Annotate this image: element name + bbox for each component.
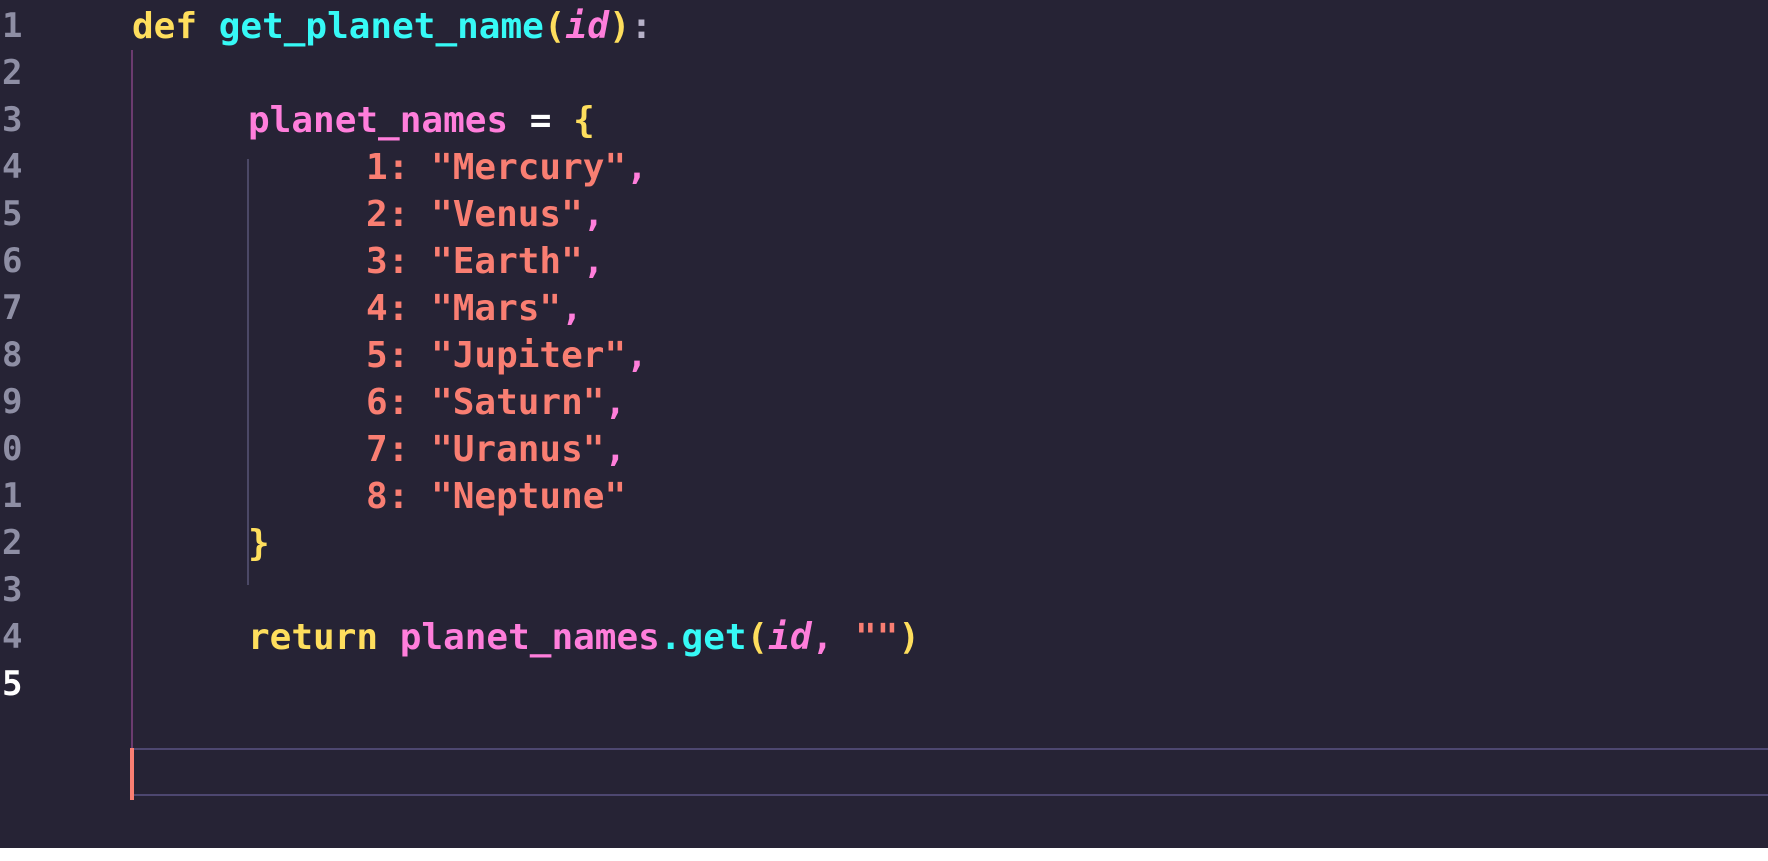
current-line-highlight bbox=[132, 748, 1768, 796]
code-line-3[interactable]: planet_names = { bbox=[248, 94, 595, 147]
text-cursor bbox=[130, 748, 134, 800]
assign-operator: = bbox=[529, 100, 552, 141]
line-number: 4 bbox=[2, 147, 23, 187]
keyword-return: return bbox=[248, 617, 379, 658]
dict-key: 5: bbox=[366, 335, 410, 376]
code-line-8[interactable]: 5: "Jupiter", bbox=[366, 329, 648, 382]
line-number: 2 bbox=[2, 53, 23, 93]
function-name: get_planet_name bbox=[218, 6, 544, 47]
line-number: 5 bbox=[2, 194, 23, 234]
comma: , bbox=[604, 382, 627, 423]
paren-open: ( bbox=[543, 6, 566, 47]
line-number-active: 5 bbox=[2, 664, 23, 704]
code-line-1[interactable]: def get_planet_name(id): bbox=[132, 0, 652, 53]
empty-string: "" bbox=[854, 617, 899, 658]
code-line-14[interactable]: return planet_names.get(id, "") bbox=[248, 611, 920, 664]
line-number: 3 bbox=[2, 570, 23, 610]
code-line-10[interactable]: 7: "Uranus", bbox=[366, 423, 626, 476]
variable-name: planet_names bbox=[399, 617, 660, 658]
paren-close: ) bbox=[608, 6, 631, 47]
dot-operator: . bbox=[659, 617, 682, 658]
parameter: id bbox=[768, 617, 812, 658]
variable-name: planet_names bbox=[248, 100, 509, 141]
line-number: 8 bbox=[2, 335, 23, 375]
comma: , bbox=[811, 617, 834, 658]
comma: , bbox=[626, 147, 648, 188]
line-number: 1 bbox=[2, 476, 23, 516]
code-line-11[interactable]: 8: "Neptune" bbox=[366, 470, 626, 523]
comma: , bbox=[561, 288, 583, 329]
line-number: 2 bbox=[2, 523, 23, 563]
comma: , bbox=[582, 241, 605, 282]
dict-value: "Saturn" bbox=[431, 382, 605, 423]
parameter: id bbox=[565, 6, 609, 47]
code-line-4[interactable]: 1: "Mercury", bbox=[366, 141, 648, 194]
dict-value: "Earth" bbox=[431, 241, 583, 282]
dict-key: 7: bbox=[366, 429, 410, 470]
code-line-9[interactable]: 6: "Saturn", bbox=[366, 376, 626, 429]
indent-guide bbox=[131, 50, 133, 750]
comma: , bbox=[582, 194, 605, 235]
keyword-def: def bbox=[132, 6, 198, 47]
line-number: 9 bbox=[2, 382, 23, 422]
line-number: 4 bbox=[2, 617, 23, 657]
brace-close: } bbox=[248, 523, 270, 564]
comma: , bbox=[604, 429, 627, 470]
dict-value: "Neptune" bbox=[431, 476, 627, 517]
dict-value: "Uranus" bbox=[431, 429, 605, 470]
dict-key: 2: bbox=[366, 194, 410, 235]
dict-value: "Mercury" bbox=[431, 147, 627, 188]
dict-key: 8: bbox=[366, 476, 410, 517]
dict-value: "Venus" bbox=[431, 194, 583, 235]
code-line-7[interactable]: 4: "Mars", bbox=[366, 282, 583, 335]
method-name: get bbox=[681, 617, 747, 658]
colon: : bbox=[630, 6, 653, 47]
comma: , bbox=[626, 335, 648, 376]
line-number: 1 bbox=[2, 6, 23, 46]
line-number: 6 bbox=[2, 241, 23, 281]
dict-value: "Jupiter" bbox=[431, 335, 627, 376]
code-line-6[interactable]: 3: "Earth", bbox=[366, 235, 604, 288]
code-line-5[interactable]: 2: "Venus", bbox=[366, 188, 604, 241]
brace-open: { bbox=[573, 100, 595, 141]
dict-key: 4: bbox=[366, 288, 410, 329]
dict-key: 3: bbox=[366, 241, 410, 282]
paren-close: ) bbox=[898, 617, 921, 658]
code-line-12[interactable]: } bbox=[248, 517, 270, 570]
paren-open: ( bbox=[746, 617, 769, 658]
line-number: 0 bbox=[2, 429, 23, 469]
dict-value: "Mars" bbox=[431, 288, 562, 329]
line-number: 7 bbox=[2, 288, 23, 328]
code-editor[interactable]: 1 2 3 4 5 6 7 8 9 0 1 2 3 4 5 def get_pl… bbox=[0, 0, 1768, 848]
line-number: 3 bbox=[2, 100, 23, 140]
dict-key: 1: bbox=[366, 147, 410, 188]
dict-key: 6: bbox=[366, 382, 410, 423]
